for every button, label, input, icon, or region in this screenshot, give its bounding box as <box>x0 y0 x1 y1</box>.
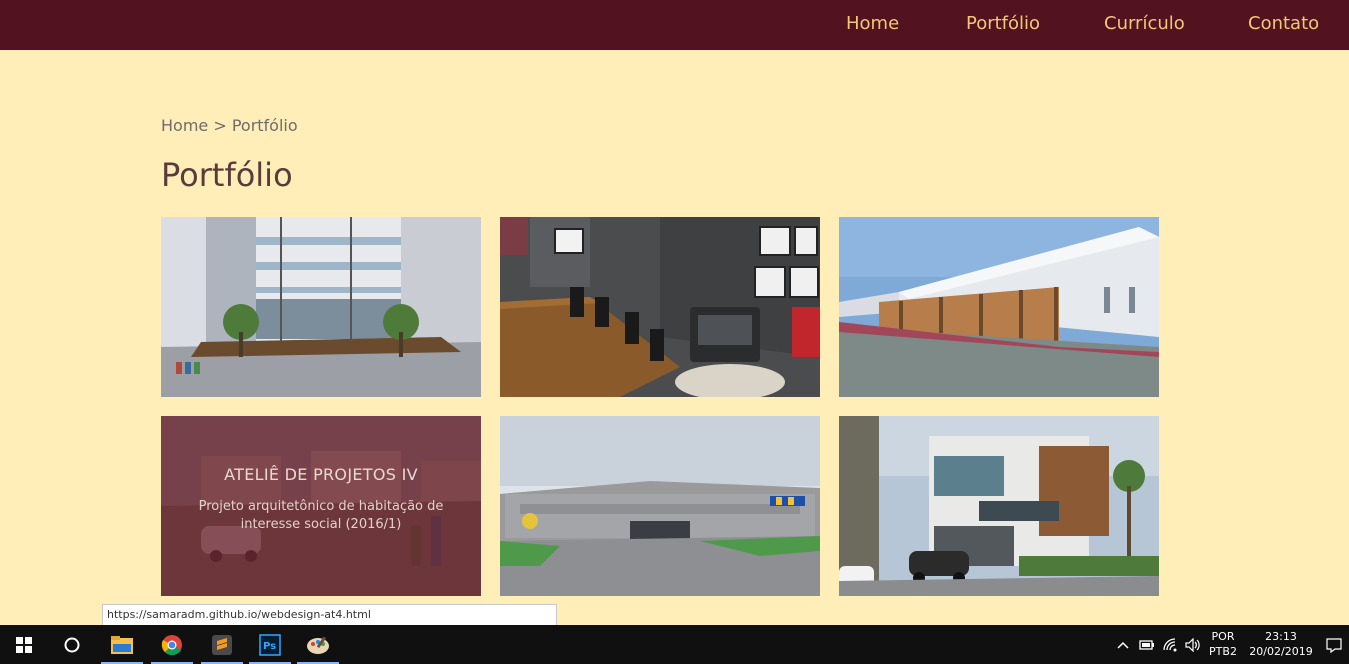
folder-icon <box>111 635 133 654</box>
project-image-house <box>839 416 1159 596</box>
project-image-interior <box>500 217 820 397</box>
breadcrumb-separator: > <box>208 116 232 135</box>
page-title: Portfólio <box>161 156 293 194</box>
battery-plug-icon <box>1139 639 1154 650</box>
project-title: ATELIÊ DE PROJETOS IV <box>224 464 418 484</box>
chevron-up-icon <box>1117 641 1129 649</box>
portfolio-item-3[interactable] <box>839 217 1159 397</box>
windows-taskbar: Ps POR PTB2 23:13 20/02/2019 <box>0 625 1349 664</box>
project-image-institutional <box>500 416 820 596</box>
project-overlay: ATELIÊ DE PROJETOS IV Projeto arquitetôn… <box>161 416 481 596</box>
keyboard-layout: PTB2 <box>1209 645 1237 658</box>
nav-curriculo-link[interactable]: Currículo <box>1104 13 1185 34</box>
status-bar-url: https://samaradm.github.io/webdesign-at4… <box>102 604 557 626</box>
portfolio-item-6[interactable] <box>839 416 1159 596</box>
project-description: Projeto arquitetônico de habitação de in… <box>198 498 444 532</box>
portfolio-item-2[interactable] <box>500 217 820 397</box>
clock[interactable]: 23:13 20/02/2019 <box>1246 629 1316 659</box>
windows-logo-icon <box>16 636 32 653</box>
taskbar-chrome[interactable] <box>148 625 196 664</box>
breadcrumb-home-link[interactable]: Home <box>161 116 208 135</box>
portfolio-item-1[interactable] <box>161 217 481 397</box>
input-language-indicator[interactable]: POR PTB2 <box>1206 629 1240 659</box>
nav-contato-link[interactable]: Contato <box>1248 13 1319 34</box>
top-navbar: Home Portfólio Currículo Contato <box>0 0 1349 50</box>
clock-time: 23:13 <box>1265 630 1297 643</box>
notification-icon <box>1325 637 1342 653</box>
paint-palette-icon <box>307 636 329 654</box>
speaker-icon <box>1185 637 1200 652</box>
nav-portfolio-link[interactable]: Portfólio <box>966 13 1040 34</box>
project-image-pavilion <box>839 217 1159 397</box>
search-cortana-button[interactable] <box>48 625 96 664</box>
photoshop-icon: Ps <box>259 633 281 656</box>
clock-date: 20/02/2019 <box>1249 645 1313 658</box>
nav-home-link[interactable]: Home <box>846 13 899 34</box>
network-status[interactable] <box>1160 625 1182 664</box>
project-image-building <box>161 217 481 397</box>
taskbar-paint[interactable] <box>294 625 342 664</box>
chrome-icon <box>161 634 182 655</box>
start-button[interactable] <box>0 625 48 664</box>
cortana-circle-icon <box>64 637 80 652</box>
show-hidden-icons-button[interactable] <box>1113 625 1133 664</box>
taskbar-photoshop[interactable]: Ps <box>246 625 294 664</box>
portfolio-item-5[interactable] <box>500 416 820 596</box>
sublime-text-icon <box>212 634 232 655</box>
action-center-button[interactable] <box>1318 625 1349 664</box>
language-code: POR <box>1211 630 1235 643</box>
breadcrumb: Home > Portfólio <box>161 116 298 135</box>
battery-status[interactable] <box>1136 625 1158 664</box>
breadcrumb-current: Portfólio <box>231 116 298 135</box>
volume-control[interactable] <box>1182 625 1204 664</box>
taskbar-sublime[interactable] <box>198 625 246 664</box>
svg-text:Ps: Ps <box>263 641 276 652</box>
portfolio-item-4-featured[interactable]: ATELIÊ DE PROJETOS IV Projeto arquitetôn… <box>161 416 481 596</box>
taskbar-file-explorer[interactable] <box>98 625 146 664</box>
wifi-icon <box>1163 637 1177 651</box>
